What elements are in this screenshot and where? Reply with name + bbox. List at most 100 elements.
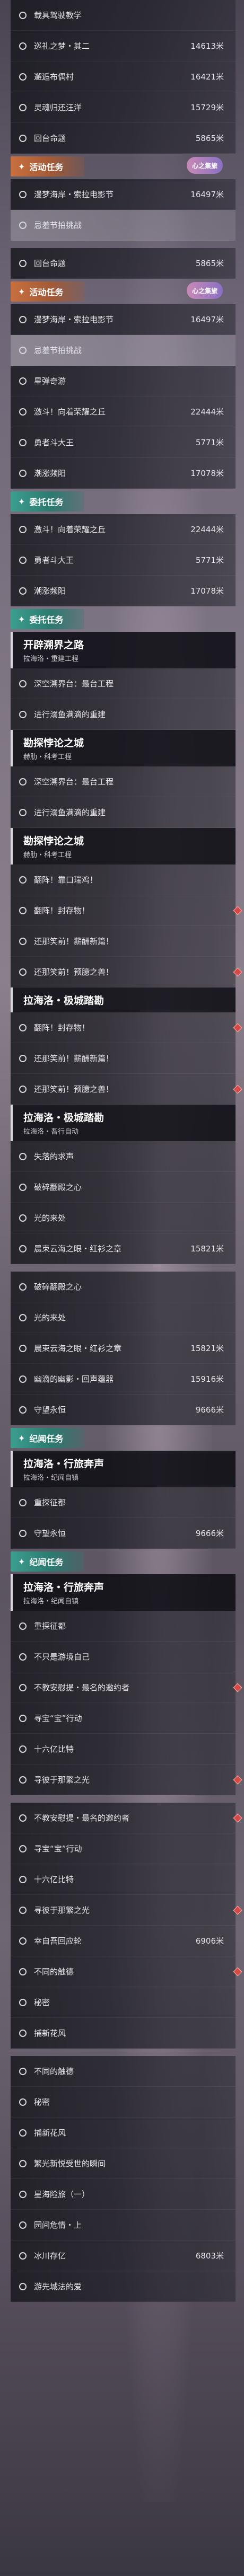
quest-list-item[interactable]: 激斗！向着荣耀之丘 22444米 [11, 396, 236, 427]
quest-list-item[interactable]: 进行溺鱼满滴的重建 [11, 797, 236, 828]
category-tab[interactable]: ✦ 委托任务 [11, 491, 85, 511]
quest-list-item[interactable]: 破碎翻殿之心 [11, 1272, 236, 1302]
quest-list-item[interactable]: 灵魂归还汪洋 15729米 [11, 92, 236, 123]
quest-list-item[interactable]: 寻彼于那繁之光 [11, 1895, 242, 1926]
quest-list-item[interactable]: 激斗！向着荣耀之丘 22444米 [11, 514, 236, 545]
quest-list-item[interactable]: 邂逅布偶村 16421米 [11, 61, 236, 92]
quest-chain-header[interactable]: 勘探悖论之城 赫肋・科考工程 [11, 730, 236, 766]
quest-list-item[interactable]: 光的来处 [11, 1302, 236, 1333]
quest-list-item[interactable]: 忌羞节拍挑战 [11, 335, 236, 366]
quest-list-item[interactable]: 星海险旅（一） [11, 2179, 236, 2210]
quest-list-item[interactable]: 载具驾驶教学 [11, 0, 236, 31]
quest-list-item[interactable]: 捕新花风 [11, 2118, 236, 2148]
quest-status-ring-icon [19, 42, 27, 50]
quest-list-item[interactable]: 漫梦海岸・索拉电影节 16497米 [11, 179, 236, 210]
quest-list-item[interactable]: 不只是游境自己 [11, 1642, 236, 1672]
quest-list-item[interactable]: 晨束云海之眼・红衫之章 15821米 [11, 1233, 236, 1264]
quest-list-item[interactable]: 寻彼于那繁之光 [11, 1765, 242, 1795]
quest-list-item[interactable]: 幽滴的幽影・回声蕴器 15916米 [11, 1364, 236, 1395]
quest-list-item[interactable]: 星弹奇游 [11, 366, 236, 396]
quest-list-item[interactable]: 潮涨频阳 17078米 [11, 458, 236, 489]
quest-list-item[interactable]: 重探征都 [11, 1487, 236, 1518]
quest-name: 光的来处 [34, 1213, 66, 1223]
quest-category-header[interactable]: ✦ 活动任务 心之集旅 [11, 154, 236, 179]
category-title: 委托任务 [29, 497, 64, 507]
quest-name: 重探征都 [34, 1498, 66, 1507]
category-tab[interactable]: ✦ 纪闻任务 [11, 1551, 85, 1572]
quest-name: 晨束云海之眼・红衫之章 [34, 1344, 122, 1353]
quest-status-ring-icon [19, 315, 27, 323]
category-tab[interactable]: ✦ 委托任务 [11, 609, 85, 629]
quest-list-item[interactable]: 勇者斗大王 5771米 [11, 545, 236, 576]
category-tab[interactable]: ✦ 活动任务 [11, 156, 85, 177]
quest-list-item[interactable]: 秘密 [11, 1987, 236, 2018]
quest-list-item[interactable]: 寻宝“宝”行动 [11, 1833, 236, 1864]
quest-list-item[interactable]: 晨束云海之眼・红衫之章 15821米 [11, 1333, 236, 1364]
quest-list-item[interactable]: 不同的触德 [11, 1956, 242, 1987]
quest-list-item[interactable]: 幸自吾回应轮 6906米 [11, 1926, 236, 1956]
tracked-marker-icon [233, 1813, 242, 1822]
quest-list-item[interactable]: 园间危情・上 [11, 2210, 236, 2240]
quest-chain-header[interactable]: 拉海洛・行旅奔声 拉海洛・纪闻自镇 [11, 1574, 236, 1611]
quest-status-ring-icon [19, 1653, 27, 1661]
quest-category-header[interactable]: ✦ 委托任务 [11, 489, 236, 514]
quest-chain-header[interactable]: 拉海洛・极城踏勘 拉海洛・吾行自动 [11, 1105, 236, 1141]
quest-list-item[interactable]: 还那笑前！薪酬新篇！ [11, 1043, 236, 1074]
quest-list-item[interactable]: 翻阵！靠口瑞鸡！ [11, 864, 236, 895]
quest-list-item[interactable]: 回台命题 5865米 [11, 123, 236, 154]
quest-list-item[interactable]: 十六亿比特 [11, 1864, 236, 1895]
quest-list-item[interactable]: 深空溯界台：最台工程 [11, 766, 236, 797]
quest-list-item[interactable]: 失落的求声 [11, 1141, 236, 1172]
quest-list-item[interactable]: 还那笑前！预臆之兽！ [11, 957, 242, 987]
tracked-marker-icon [233, 967, 242, 976]
quest-list-item[interactable]: 游先城法的爱 [11, 2271, 236, 2302]
quest-category-header[interactable]: ✦ 委托任务 [11, 606, 236, 632]
quest-list-item[interactable]: 勇者斗大王 5771米 [11, 427, 236, 458]
quest-list-item[interactable]: 回台命题 5865米 [11, 248, 236, 279]
quest-list-item[interactable]: 潮涨频阳 17078米 [11, 576, 236, 606]
quest-name: 邂逅布偶村 [34, 72, 74, 82]
category-tab[interactable]: ✦ 活动任务 [11, 281, 85, 302]
category-tab[interactable]: ✦ 纪闻任务 [11, 1428, 85, 1448]
quest-chain-header[interactable]: 开辟溯界之路 拉海洛・重建工程 [11, 632, 236, 668]
tracked-marker-icon [233, 1775, 242, 1784]
quest-list-item[interactable]: 漫梦海岸・索拉电影节 16497米 [11, 304, 236, 335]
quest-name: 十六亿比特 [34, 1875, 74, 1884]
quest-list-item[interactable]: 巡礼之梦・其二 14613米 [11, 31, 236, 61]
quest-list-item[interactable]: 光的来处 [11, 1203, 236, 1233]
event-badge[interactable]: 心之集旅 [186, 157, 223, 174]
event-badge[interactable]: 心之集旅 [186, 282, 223, 299]
quest-list-item[interactable]: 不教安慰提・最名的邀约者 [11, 1672, 242, 1703]
quest-chain-header[interactable]: 拉海洛・行旅奔声 拉海洛・纪闻自镇 [11, 1451, 236, 1487]
quest-list-panel: 载具驾驶教学 巡礼之梦・其二 14613米 邂逅布偶村 16421米 灵魂归还汪洋 1572… [0, 0, 244, 2576]
quest-status-ring-icon [19, 1183, 27, 1191]
quest-list-item[interactable]: 不同的触德 [11, 2056, 236, 2087]
quest-chain-header[interactable]: 勘探悖论之城 赫肋・科考工程 [11, 828, 236, 864]
quest-list-item[interactable]: 繁光新悦受世的瞬间 [11, 2148, 236, 2179]
quest-list-item[interactable]: 破碎翻殿之心 [11, 1172, 236, 1203]
quest-list-item[interactable]: 深空溯界台：最台工程 [11, 668, 236, 699]
tracked-marker-icon [233, 906, 242, 915]
quest-list-item[interactable]: 重探征都 [11, 1611, 236, 1642]
quest-distance: 15821米 [190, 1344, 224, 1353]
quest-name: 进行溺鱼满滴的重建 [34, 808, 106, 817]
quest-list-item[interactable]: 寻宝“宝”行动 [11, 1703, 236, 1734]
quest-category-header[interactable]: ✦ 纪闻任务 [11, 1549, 236, 1574]
quest-list-item[interactable]: 守望永恒 9666米 [11, 1518, 236, 1549]
quest-list-item[interactable]: 不教安慰提・最名的邀约者 [11, 1803, 242, 1833]
quest-list-item[interactable]: 翻阵！封存物！ [11, 895, 242, 926]
quest-list-item[interactable]: 翻阵！封存物！ [11, 1012, 242, 1043]
quest-status-ring-icon [19, 1906, 27, 1914]
quest-category-header[interactable]: ✦ 活动任务 心之集旅 [11, 279, 236, 304]
quest-list-item[interactable]: 十六亿比特 [11, 1734, 236, 1765]
quest-list-item[interactable]: 还那笑前！预臆之兽！ [11, 1074, 242, 1105]
quest-list-item[interactable]: 守望永恒 9666米 [11, 1395, 236, 1425]
quest-list-item[interactable]: 秘密 [11, 2087, 236, 2118]
quest-list-item[interactable]: 捕新花风 [11, 2018, 236, 2049]
quest-category-header[interactable]: ✦ 纪闻任务 [11, 1425, 236, 1451]
quest-list-item[interactable]: 冰川存亿 6803米 [11, 2240, 236, 2271]
quest-chain-header[interactable]: 拉海洛・极城踏勘 [11, 987, 236, 1012]
quest-list-item[interactable]: 还那笑前！薪酬新篇！ [11, 926, 236, 957]
quest-list-item[interactable]: 进行溺鱼满滴的重建 [11, 699, 236, 730]
quest-list-item[interactable]: 忌羞节拍挑战 [11, 210, 236, 241]
